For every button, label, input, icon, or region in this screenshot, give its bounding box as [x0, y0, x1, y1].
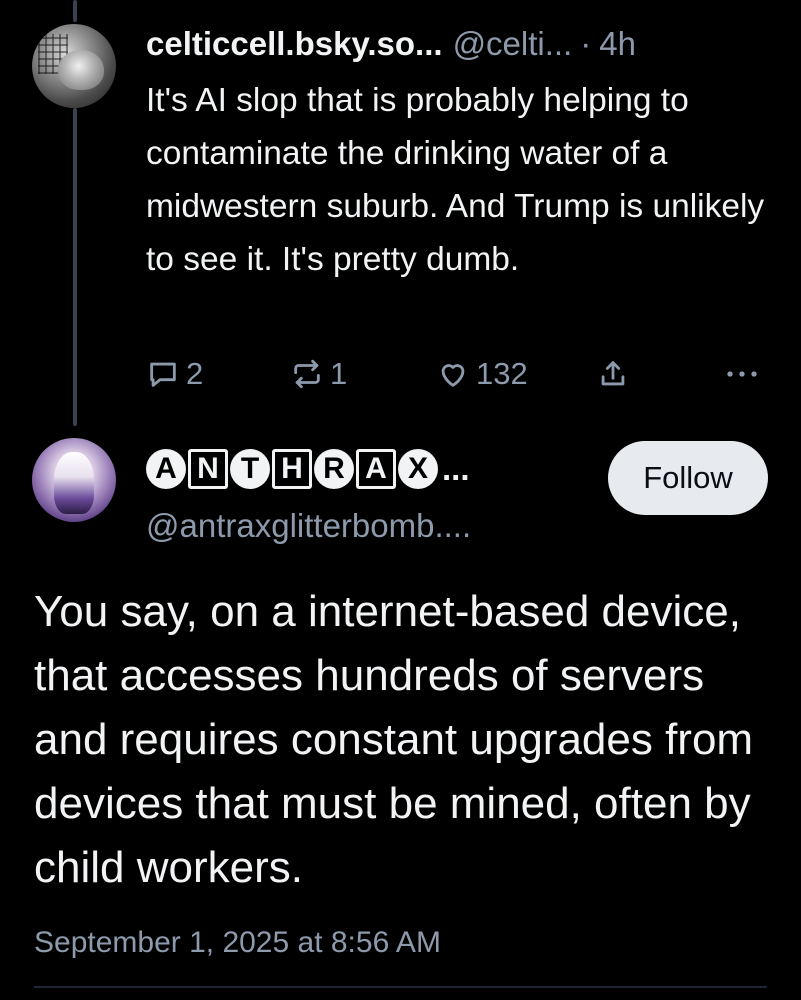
name-ellipsis: ...: [442, 450, 470, 487]
name-letter: X: [398, 449, 438, 489]
author-name[interactable]: celticcell.bsky.so...: [146, 22, 443, 66]
thread-view: celticcell.bsky.so... @celti... · 4h It'…: [0, 0, 801, 1000]
heart-icon: [441, 364, 465, 387]
name-letter: R: [314, 449, 354, 489]
author-handle[interactable]: @antraxglitterbomb....: [146, 504, 471, 548]
thread-line-top: [73, 0, 77, 22]
name-letter: T: [230, 449, 270, 489]
repost-count: 1: [330, 356, 348, 391]
more-dots-icon: [727, 371, 757, 377]
thread-line: [73, 108, 77, 426]
avatar[interactable]: [32, 24, 116, 108]
name-letter: A: [356, 449, 396, 489]
repost-button[interactable]: 1: [290, 352, 347, 396]
divider: [34, 986, 767, 988]
post-header: celticcell.bsky.so... @celti... · 4h: [146, 22, 636, 66]
more-options-button[interactable]: [722, 352, 762, 396]
like-button[interactable]: 132: [436, 352, 528, 396]
share-button[interactable]: [596, 352, 630, 396]
reply-button[interactable]: 2: [146, 352, 203, 396]
post-actions: 2 1 132: [146, 352, 766, 396]
follow-button[interactable]: Follow: [608, 441, 768, 515]
reply-count: 2: [186, 356, 204, 391]
separator-dot: ·: [580, 25, 592, 62]
post-time[interactable]: 4h: [599, 22, 636, 66]
avatar[interactable]: [32, 438, 116, 522]
share-upload-icon: [601, 361, 625, 386]
avatar-image-detail: [58, 50, 104, 90]
post-date: September 1, 2025 at 8:56 AM: [34, 926, 441, 959]
author-name[interactable]: A N T H R A X ...: [146, 444, 470, 494]
post-text[interactable]: It's AI slop that is probably helping to…: [146, 74, 776, 286]
avatar-image-detail: [54, 452, 94, 514]
name-letter: A: [146, 449, 186, 489]
author-handle[interactable]: @celti...: [453, 22, 573, 66]
post-text[interactable]: You say, on a internet-based device, tha…: [34, 580, 774, 900]
name-letter: N: [188, 449, 228, 489]
repost-arrows-icon: [294, 359, 320, 389]
speech-bubble-icon: [150, 362, 176, 387]
like-count: 132: [476, 356, 528, 391]
name-letter: H: [272, 449, 312, 489]
